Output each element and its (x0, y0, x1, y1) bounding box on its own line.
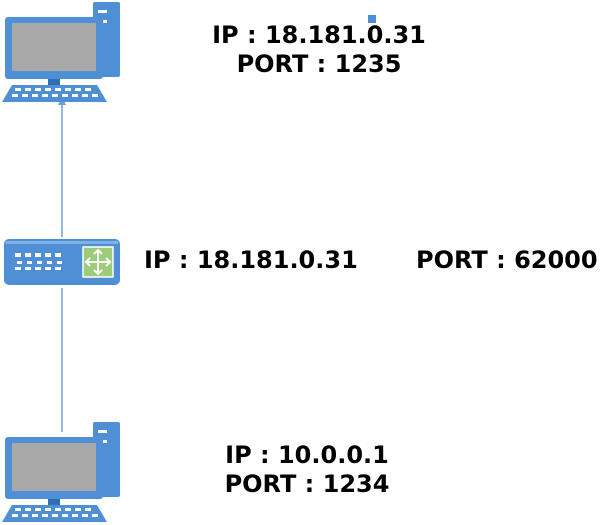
bottom-host-port: PORT : 1234 (224, 470, 390, 498)
bottom-host-labels: IP : 10.0.0.1 PORT : 1234 (210, 441, 404, 499)
router-icon (4, 239, 120, 285)
network-diagram: IP : 18.181.0.31 PORT : 1235 IP : 18.181… (0, 0, 613, 525)
desktop-computer-icon (2, 2, 120, 102)
top-host-labels: IP : 18.181.0.31 PORT : 1235 (205, 21, 433, 79)
selection-marker (368, 15, 376, 23)
bottom-host-ip: IP : 10.0.0.1 (225, 441, 389, 469)
top-host-ip: IP : 18.181.0.31 (212, 21, 426, 49)
router-port: PORT : 62000 (416, 246, 598, 274)
top-host-port: PORT : 1235 (236, 50, 402, 78)
router-ip: IP : 18.181.0.31 (144, 246, 358, 274)
desktop-computer-icon (2, 422, 120, 522)
